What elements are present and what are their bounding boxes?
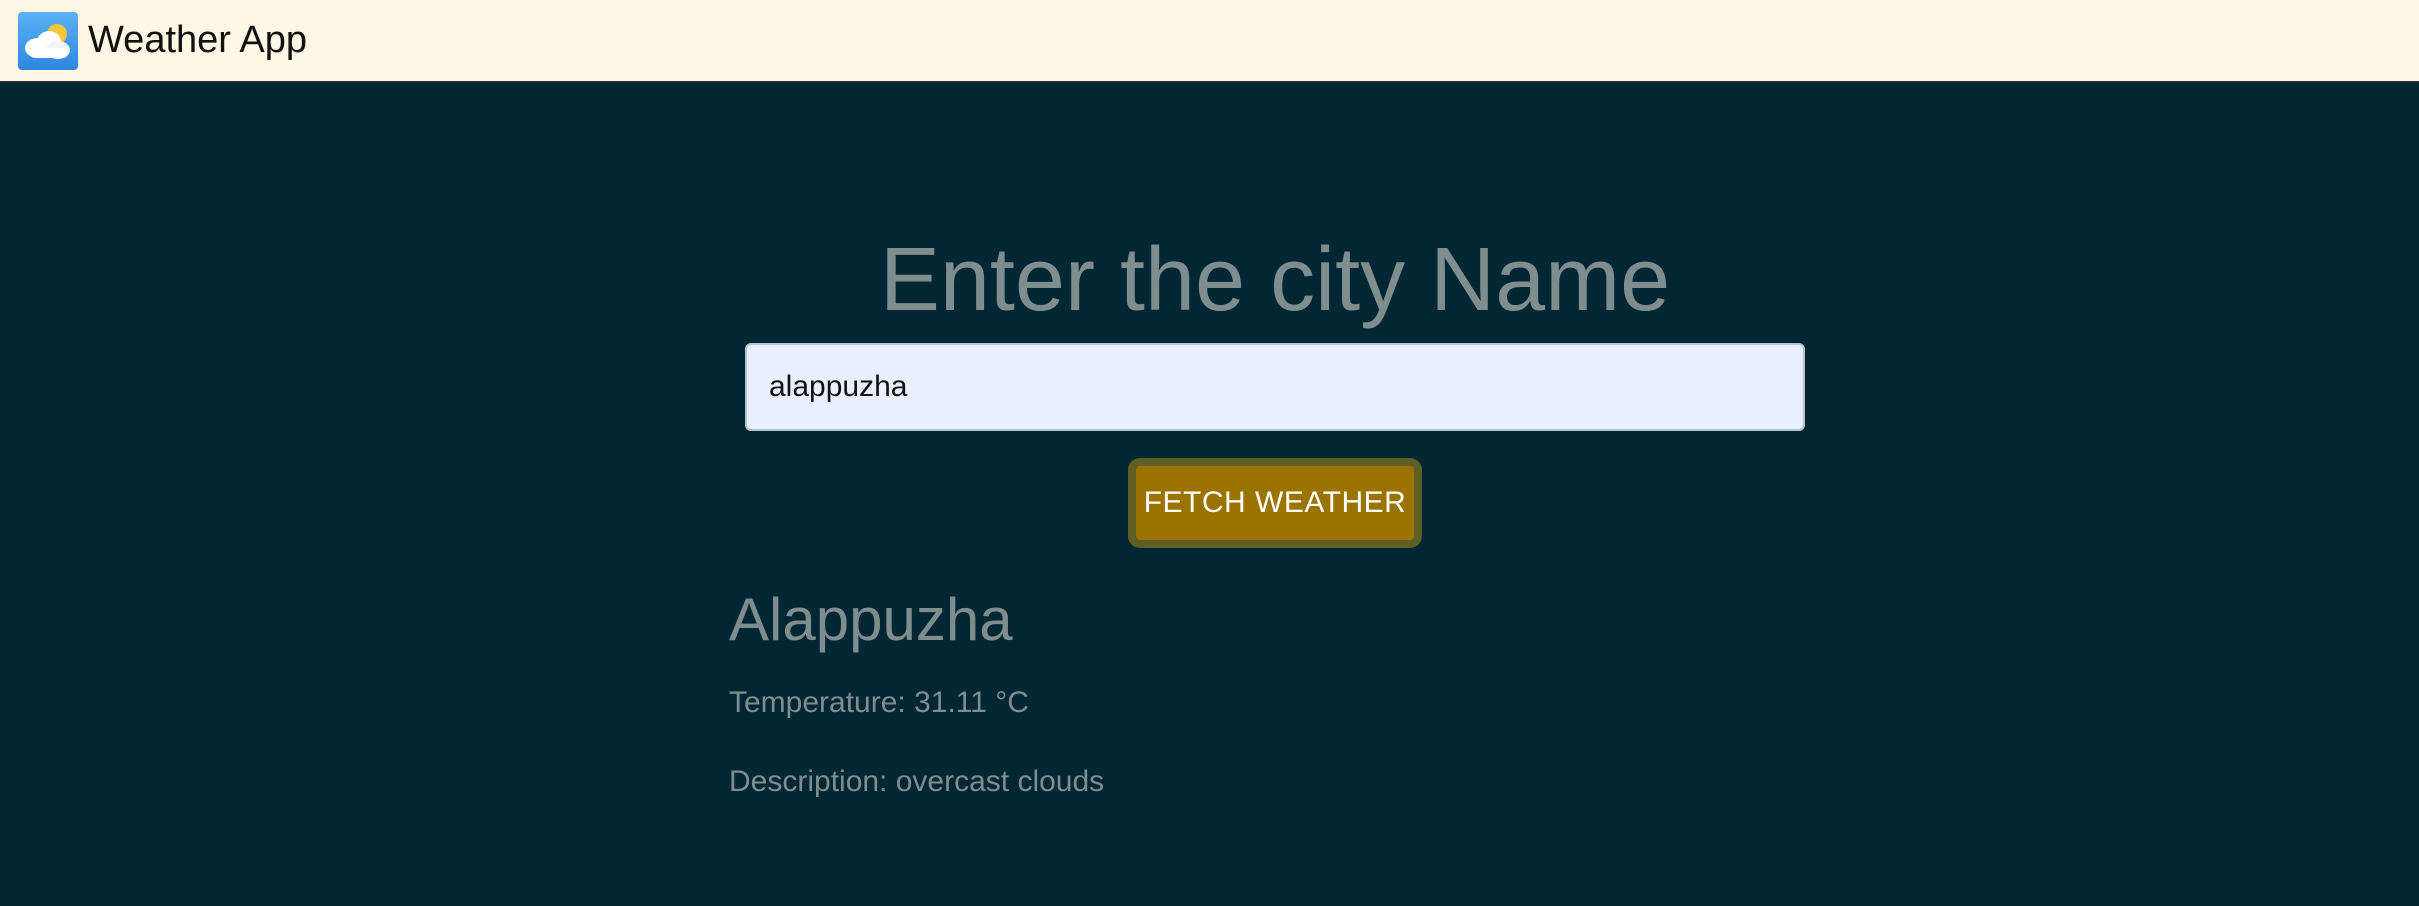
city-input[interactable] bbox=[745, 343, 1805, 431]
main-content: Enter the city Name FETCH WEATHER Alappu… bbox=[0, 85, 2419, 906]
result-city-name: Alappuzha bbox=[729, 586, 1013, 653]
weather-cloud-sun-icon bbox=[18, 11, 78, 70]
result-temperature: Temperature: 31.11 °C bbox=[729, 686, 1029, 719]
page-heading: Enter the city Name bbox=[879, 230, 1671, 330]
weather-result: Alappuzha Temperature: 31.11 °C Descript… bbox=[729, 590, 1104, 799]
navbar: Weather App bbox=[0, 0, 2419, 83]
app-title: Weather App bbox=[88, 19, 308, 61]
fetch-weather-button[interactable]: FETCH WEATHER bbox=[1128, 458, 1422, 548]
result-description: Description: overcast clouds bbox=[729, 765, 1105, 798]
